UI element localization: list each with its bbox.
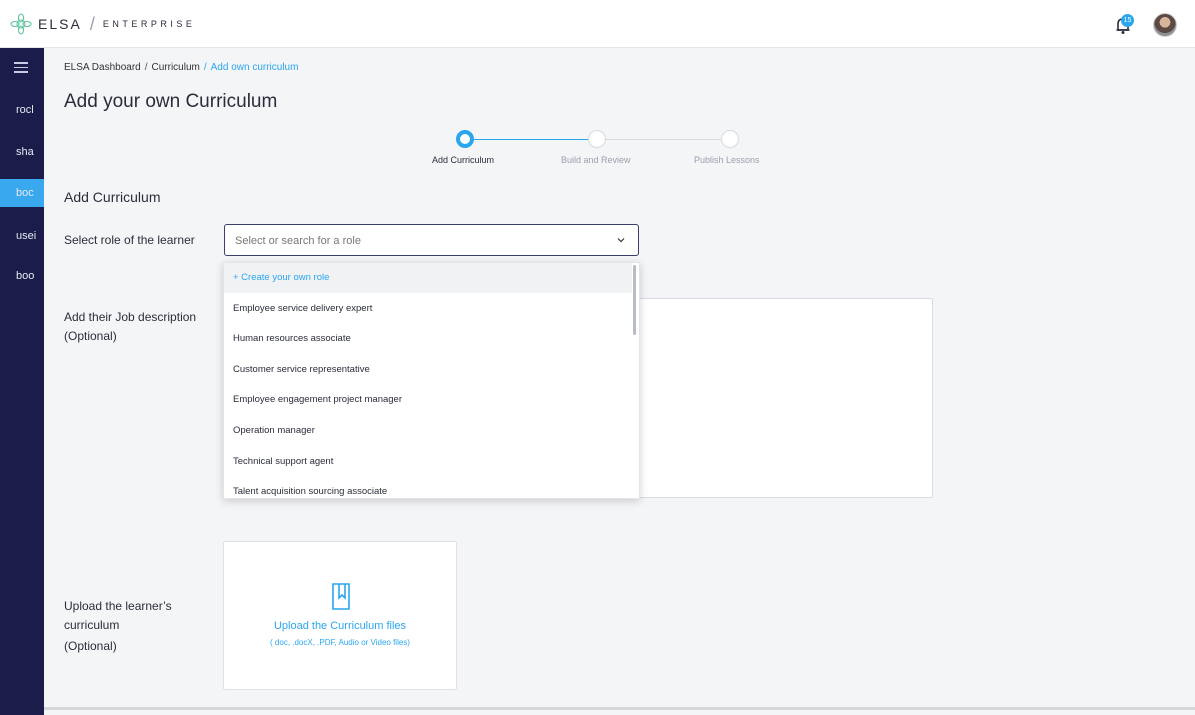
dropdown-scrollbar[interactable] [633,265,636,335]
breadcrumb-dashboard[interactable]: ELSA Dashboard [64,62,141,73]
step-3-indicator [721,130,739,148]
top-header: ELSA / ENTERPRISE 15 [0,0,1195,48]
job-optional-text: (Optional) [64,329,117,343]
role-option[interactable]: Customer service representative [224,355,632,385]
role-option[interactable]: Operation manager [224,416,632,446]
breadcrumb-separator: / [203,62,207,73]
elsa-logo-icon [10,13,32,35]
chevron-down-icon [617,238,625,243]
notification-badge: 15 [1121,14,1134,27]
upload-label: Upload the learner’s curriculum (Optiona… [64,597,194,656]
sidebar-item-5[interactable]: boo [0,262,44,290]
book-icon [332,583,350,610]
upload-dropzone[interactable]: Upload the Curriculum files ( doc, .docX… [223,541,457,690]
bottom-divider [44,707,1195,710]
role-option[interactable]: Technical support agent [224,447,632,477]
brand-subtitle: ENTERPRISE [102,19,196,29]
upload-optional-text: (Optional) [64,639,117,653]
sidebar-item-3[interactable]: boc [0,179,44,207]
main-content: ELSA Dashboard / Curriculum / Add own curric… [44,48,1195,715]
create-role-option[interactable]: + Create your own role [224,263,632,293]
section-title: Add Curriculum [64,189,161,205]
sidebar: rocl sha boc usei boo [0,48,44,715]
breadcrumb-current: Add own curriculum [210,62,299,73]
breadcrumb: ELSA Dashboard / Curriculum / Add own curric… [64,62,298,73]
breadcrumb-separator: / [144,62,148,73]
sidebar-item-4[interactable]: usei [0,222,44,250]
page-title: Add your own Curriculum [64,91,278,112]
step-connector [472,139,590,140]
role-option[interactable]: Talent acquisition sourcing associate [224,477,632,498]
step-connector [606,139,724,140]
role-option[interactable]: Employee engagement project manager [224,385,632,415]
menu-icon[interactable] [14,62,28,73]
brand-name: ELSA [38,16,82,32]
upload-label-text: Upload the learner’s curriculum [64,599,172,632]
progress-stepper: Add Curriculum Build and Review Publish … [44,130,1195,180]
role-select[interactable]: Select or search for a role [224,224,639,256]
upload-title: Upload the Curriculum files [273,620,407,632]
breadcrumb-curriculum[interactable]: Curriculum [152,62,200,73]
avatar[interactable] [1153,13,1177,37]
sidebar-item-1[interactable]: rocl [0,96,44,124]
step-2-indicator [588,130,606,148]
step-1-indicator [456,130,474,148]
sidebar-item-2[interactable]: sha [0,138,44,166]
role-option[interactable]: Employee service delivery expert [224,294,632,324]
step-1-label: Add Curriculum [432,155,495,165]
step-2-label: Build and Review [561,155,631,165]
brand-slash: / [89,13,95,34]
brand-logo[interactable]: ELSA / ENTERPRISE [10,13,195,35]
role-option[interactable]: Human resources associate [224,324,632,354]
upload-subtitle: ( doc, .docX, .PDF, Audio or Video files… [270,638,410,647]
job-label-text: Add their Job description [64,310,197,324]
job-description-label: Add their Job description (Optional) [64,308,196,346]
role-dropdown-menu: + Create your own role Employee service … [223,262,640,499]
step-3-label: Publish Lessons [694,155,760,165]
role-label: Select role of the learner [64,233,195,247]
role-select-placeholder: Select or search for a role [235,235,361,247]
